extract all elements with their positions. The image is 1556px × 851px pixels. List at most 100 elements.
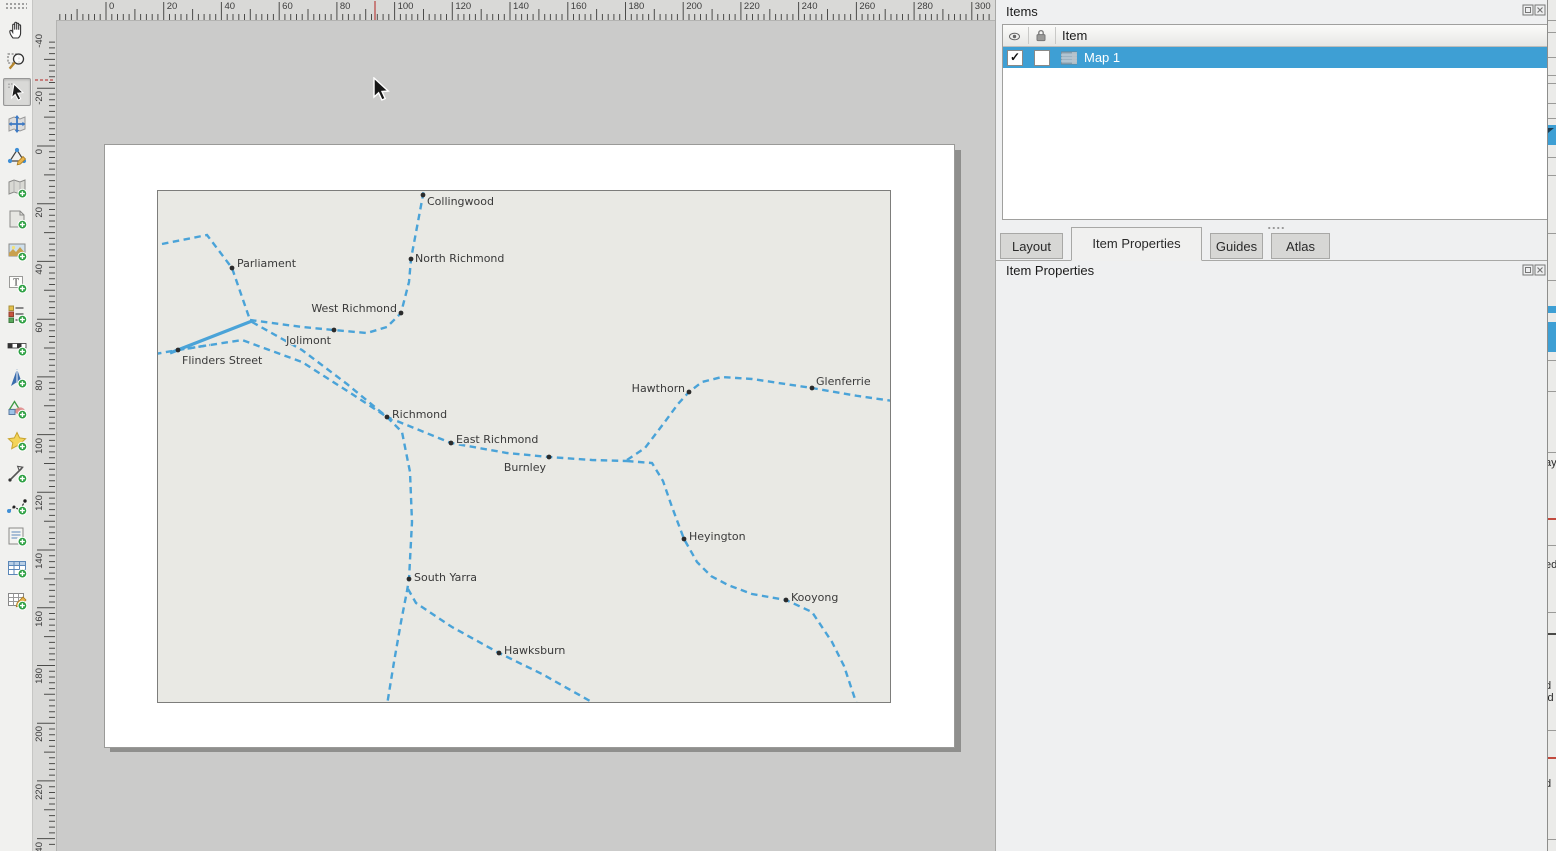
vruler-label: 0 bbox=[34, 149, 45, 154]
map-item-icon bbox=[1061, 51, 1077, 65]
add-picture-button[interactable] bbox=[3, 237, 31, 265]
visibility-eye-icon bbox=[1009, 30, 1020, 41]
vruler-label: 100 bbox=[34, 438, 45, 454]
lock-checkbox[interactable] bbox=[1034, 50, 1050, 66]
station-dot bbox=[547, 455, 552, 460]
add-attribute-table-icon bbox=[6, 557, 28, 579]
vruler-label: 20 bbox=[34, 207, 45, 218]
add-legend-icon bbox=[6, 303, 28, 325]
station-label: Richmond bbox=[392, 408, 447, 421]
station-dot bbox=[407, 577, 412, 582]
hruler-label: 80 bbox=[340, 1, 351, 12]
hruler-label: 260 bbox=[859, 1, 875, 12]
vruler-label: 80 bbox=[34, 380, 45, 391]
vruler-label: 120 bbox=[34, 495, 45, 511]
station-label: South Yarra bbox=[414, 571, 477, 584]
rail-line bbox=[178, 340, 387, 417]
rail-line bbox=[627, 461, 857, 702]
station-dot bbox=[421, 193, 426, 198]
add-node-item-button[interactable] bbox=[3, 491, 31, 519]
item-properties-close-button[interactable] bbox=[1534, 264, 1546, 276]
items-panel-float-button[interactable] bbox=[1522, 4, 1534, 16]
hruler-label: 180 bbox=[628, 1, 644, 12]
right-dock: Items Item ✓ bbox=[995, 0, 1548, 851]
layout-canvas[interactable]: CollingwoodNorth RichmondParliamentWest … bbox=[56, 20, 995, 851]
clipped-text-fragment: d bbox=[1547, 680, 1551, 692]
station-label: North Richmond bbox=[415, 252, 504, 265]
zoom-button[interactable] bbox=[3, 47, 31, 75]
hruler-label: 0 bbox=[109, 1, 114, 12]
add-scale-bar-icon bbox=[6, 335, 28, 357]
hruler-label: 300 bbox=[975, 1, 991, 12]
hruler-label: 280 bbox=[917, 1, 933, 12]
move-item-content-button[interactable] bbox=[3, 110, 31, 138]
station-dot bbox=[409, 257, 414, 262]
edit-nodes-item-button[interactable] bbox=[3, 142, 31, 170]
rail-line bbox=[162, 235, 250, 320]
add-shape-button[interactable] bbox=[3, 395, 31, 423]
add-fixed-table-button[interactable] bbox=[3, 586, 31, 614]
add-scale-bar-button[interactable] bbox=[3, 332, 31, 360]
clipped-text-fragment: id bbox=[1547, 692, 1554, 704]
tab-atlas[interactable]: Atlas bbox=[1271, 233, 1330, 259]
add-html-button[interactable] bbox=[3, 522, 31, 550]
clipped-text-fragment: ay bbox=[1547, 457, 1556, 469]
rail-line bbox=[387, 417, 412, 702]
pan-icon bbox=[6, 18, 28, 40]
tab-guides[interactable]: Guides bbox=[1210, 233, 1263, 259]
item-row-map1[interactable]: ✓ Map 1 bbox=[1003, 47, 1547, 68]
vruler-label: 220 bbox=[34, 784, 45, 800]
add-label-button[interactable]: T bbox=[3, 269, 31, 297]
station-dot bbox=[230, 266, 235, 271]
add-legend-button[interactable] bbox=[3, 300, 31, 328]
station-label: Flinders Street bbox=[182, 354, 263, 367]
visibility-checkbox[interactable]: ✓ bbox=[1007, 50, 1023, 66]
station-label: Hawksburn bbox=[504, 644, 565, 657]
add-map-button[interactable] bbox=[3, 174, 31, 202]
toolbar-grip-handle[interactable] bbox=[5, 2, 27, 9]
item-properties-panel-title: Item Properties bbox=[1006, 263, 1094, 278]
item-properties-content bbox=[996, 282, 1548, 851]
station-dot bbox=[399, 311, 404, 316]
map-item-frame[interactable]: CollingwoodNorth RichmondParliamentWest … bbox=[157, 190, 891, 703]
vruler-label: -40 bbox=[34, 34, 45, 48]
station-dot bbox=[449, 441, 454, 446]
move-item-content-icon bbox=[6, 113, 28, 135]
print-layout-window: T 02040608010012014016018020022024026028… bbox=[0, 0, 1556, 851]
edit-nodes-item-icon bbox=[6, 145, 28, 167]
splitter-grip[interactable] bbox=[1267, 226, 1285, 230]
select-move-item-button[interactable] bbox=[3, 78, 31, 106]
item-properties-float-button[interactable] bbox=[1522, 264, 1534, 276]
station-dot bbox=[810, 386, 815, 391]
add-node-item-icon bbox=[6, 494, 28, 516]
hruler-label: 140 bbox=[513, 1, 529, 12]
tab-item-properties[interactable]: Item Properties bbox=[1071, 227, 1202, 261]
vruler-label: 140 bbox=[34, 553, 45, 569]
hruler-label: 100 bbox=[398, 1, 414, 12]
add-north-arrow-button[interactable] bbox=[3, 364, 31, 392]
add-marker-button[interactable] bbox=[3, 427, 31, 455]
hruler-label: 60 bbox=[282, 1, 293, 12]
ruler-corner bbox=[32, 0, 56, 21]
hruler-label: 200 bbox=[686, 1, 702, 12]
add-fixed-table-icon bbox=[6, 589, 28, 611]
clipped-text-fragment: d bbox=[1547, 778, 1551, 790]
vruler-label: 40 bbox=[34, 264, 45, 275]
station-label: West Richmond bbox=[311, 302, 397, 315]
add-attribute-table-button[interactable] bbox=[3, 554, 31, 582]
station-label: East Richmond bbox=[456, 433, 538, 446]
items-panel-close-button[interactable] bbox=[1534, 4, 1546, 16]
add-3d-map-icon bbox=[6, 208, 28, 230]
mouse-cursor bbox=[372, 77, 394, 105]
add-3d-map-button[interactable] bbox=[3, 205, 31, 233]
add-map-icon bbox=[6, 177, 28, 199]
page: CollingwoodNorth RichmondParliamentWest … bbox=[104, 144, 955, 748]
hruler-label: 240 bbox=[802, 1, 818, 12]
pan-button[interactable] bbox=[3, 15, 31, 43]
hruler-label: 220 bbox=[744, 1, 760, 12]
tab-layout[interactable]: Layout bbox=[1000, 233, 1063, 259]
hruler-label: 20 bbox=[167, 1, 178, 12]
station-label: Parliament bbox=[237, 257, 297, 270]
add-arrow-button[interactable] bbox=[3, 459, 31, 487]
station-label: Kooyong bbox=[791, 591, 838, 604]
